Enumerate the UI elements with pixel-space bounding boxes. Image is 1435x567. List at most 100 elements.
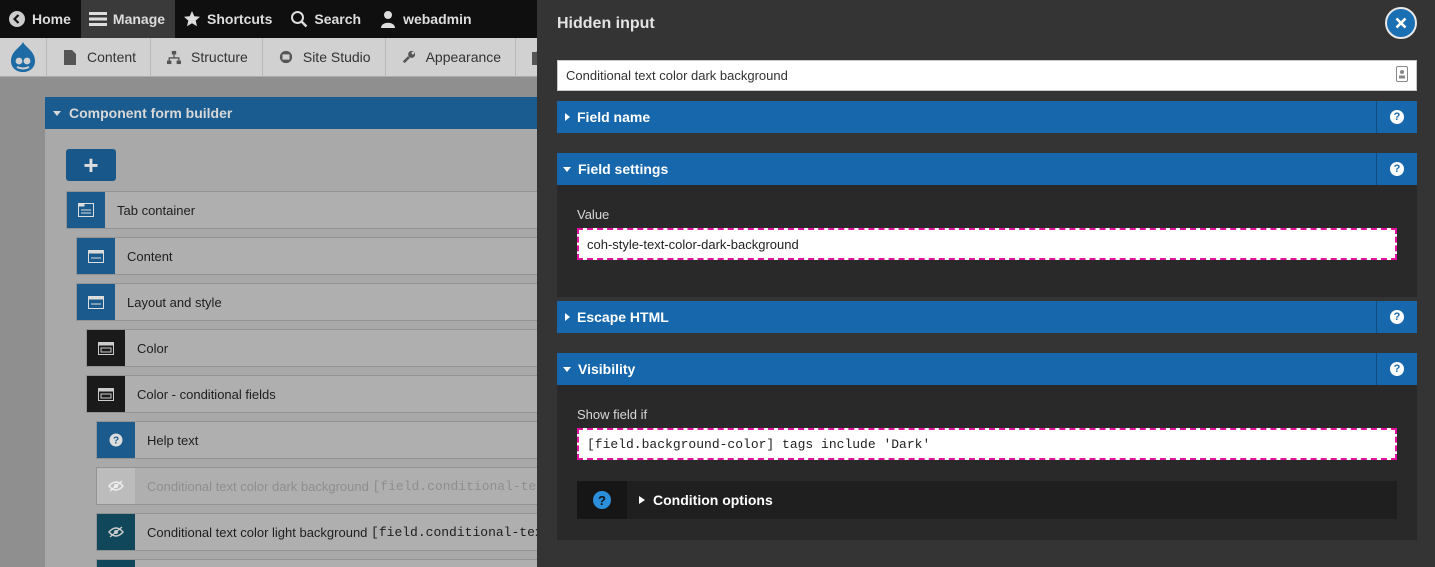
group-icon bbox=[87, 376, 125, 412]
builder-row-label: Layout and style bbox=[127, 294, 222, 310]
field-settings-body: Value coh-style-text-color-dark-backgrou… bbox=[557, 185, 1417, 297]
triangle-right-icon bbox=[639, 496, 645, 504]
value-label: Value bbox=[577, 207, 610, 222]
hidden-eye-icon bbox=[97, 468, 135, 504]
visibility-body: Show field if [field.background-color] t… bbox=[557, 385, 1417, 540]
field-title-value: Conditional text color dark background bbox=[566, 68, 788, 83]
hidden-eye-icon bbox=[97, 514, 135, 550]
field-title-input[interactable]: Conditional text color dark background bbox=[557, 60, 1417, 91]
svg-text:?: ? bbox=[113, 436, 119, 447]
builder-row-label: Color bbox=[137, 340, 169, 356]
builder-row-partial bbox=[96, 559, 546, 567]
tab-container-icon bbox=[67, 192, 105, 228]
builder-row-layout-and-style[interactable]: Layout and style bbox=[76, 283, 546, 321]
builder-row-conditional-dark[interactable]: Conditional text color dark background [… bbox=[96, 467, 546, 505]
builder-row-code: [field.conditional-text bbox=[371, 524, 546, 540]
site-studio-icon bbox=[279, 49, 293, 65]
toolbar-home-label: Home bbox=[32, 11, 71, 27]
condition-options-toggle[interactable]: Condition options bbox=[639, 492, 773, 508]
field-name-help[interactable]: ? bbox=[1376, 101, 1417, 133]
toolbar-search-label: Search bbox=[314, 11, 362, 27]
builder-row-label: Color - conditional fields bbox=[137, 386, 276, 402]
sitemap-icon bbox=[167, 49, 182, 65]
tray-structure-label: Structure bbox=[191, 49, 248, 65]
builder-row-label: Conditional text color dark background bbox=[147, 478, 369, 494]
section-field-settings-label: Field settings bbox=[578, 161, 669, 177]
hidden-input-modal: Hidden input Conditional text color dark… bbox=[537, 0, 1435, 567]
help-icon: ? bbox=[1390, 362, 1404, 376]
builder-row-color-conditional[interactable]: Color - conditional fields bbox=[86, 375, 546, 413]
condition-options[interactable]: ? Condition options bbox=[577, 481, 1397, 519]
search-icon bbox=[290, 10, 308, 28]
help-icon: ? bbox=[1390, 310, 1404, 324]
close-button[interactable] bbox=[1385, 7, 1417, 39]
toolbar-manage-label: Manage bbox=[112, 11, 166, 27]
tray-site-studio[interactable]: Site Studio bbox=[261, 37, 385, 77]
builder-row-tab-container[interactable]: Tab container bbox=[66, 191, 546, 229]
caret-down-icon bbox=[563, 366, 571, 372]
toolbar-shortcuts[interactable]: Shortcuts bbox=[175, 0, 282, 38]
builder-row-label: Tab container bbox=[117, 202, 196, 218]
section-visibility[interactable]: Visibility ? bbox=[557, 353, 1417, 385]
builder-row-label: Help text bbox=[147, 432, 199, 448]
section-escape-html[interactable]: Escape HTML ? bbox=[557, 301, 1417, 333]
tray-content-label: Content bbox=[87, 49, 137, 65]
tray-site-studio-label: Site Studio bbox=[302, 49, 371, 65]
builder-title: Component form builder bbox=[69, 105, 233, 121]
show-field-if-label: Show field if bbox=[577, 407, 648, 422]
close-icon bbox=[1395, 17, 1407, 29]
toolbar-user[interactable]: webadmin bbox=[371, 0, 481, 38]
contact-card-icon[interactable] bbox=[1396, 66, 1408, 85]
tray-structure[interactable]: Structure bbox=[150, 37, 262, 77]
help-icon: ? bbox=[593, 491, 611, 509]
section-field-name-label: Field name bbox=[577, 109, 651, 125]
section-field-settings[interactable]: Field settings ? bbox=[557, 153, 1417, 185]
hidden-eye-icon bbox=[97, 560, 135, 567]
hamburger-icon bbox=[88, 10, 107, 28]
tab-item-icon bbox=[77, 238, 115, 274]
section-escape-html-label: Escape HTML bbox=[577, 309, 669, 325]
builder-row-conditional-light[interactable]: Conditional text color light background … bbox=[96, 513, 546, 551]
star-icon bbox=[183, 10, 201, 28]
user-icon bbox=[379, 10, 397, 28]
caret-right-icon bbox=[565, 113, 570, 121]
group-icon bbox=[87, 330, 125, 366]
builder-row-help-text[interactable]: ? Help text bbox=[96, 421, 546, 459]
tray-content[interactable]: Content bbox=[46, 37, 150, 77]
caret-right-icon bbox=[565, 313, 570, 321]
help-icon: ? bbox=[97, 422, 135, 458]
caret-down-icon bbox=[563, 166, 571, 172]
field-settings-help[interactable]: ? bbox=[1376, 153, 1417, 185]
builder-row-code: [field.conditional-text bbox=[372, 478, 546, 494]
add-field-button[interactable]: + bbox=[66, 149, 116, 181]
section-field-name[interactable]: Field name ? bbox=[557, 101, 1417, 133]
tray-appearance-label: Appearance bbox=[425, 49, 502, 65]
modal-title: Hidden input bbox=[557, 15, 655, 32]
chevron-left-circle-icon bbox=[8, 10, 26, 28]
value-input[interactable]: coh-style-text-color-dark-background bbox=[577, 228, 1397, 260]
builder-row-label: Conditional text color light background bbox=[147, 524, 368, 540]
tab-item-icon bbox=[77, 284, 115, 320]
show-field-if-input[interactable]: [field.background-color] tags include 'D… bbox=[577, 428, 1397, 460]
toolbar-user-label: webadmin bbox=[403, 11, 472, 27]
wrench-icon bbox=[402, 49, 416, 65]
toolbar-search[interactable]: Search bbox=[282, 0, 371, 38]
tray-appearance[interactable]: Appearance bbox=[384, 37, 516, 77]
component-form-builder: Component form builder + Tab container C… bbox=[45, 97, 546, 567]
builder-row-color[interactable]: Color bbox=[86, 329, 546, 367]
builder-row-label: Content bbox=[127, 248, 173, 264]
builder-row-content[interactable]: Content bbox=[76, 237, 546, 275]
toolbar-shortcuts-label: Shortcuts bbox=[207, 11, 273, 27]
caret-down-icon bbox=[53, 110, 61, 116]
visibility-help[interactable]: ? bbox=[1376, 353, 1417, 385]
condition-options-label: Condition options bbox=[653, 492, 773, 508]
builder-header[interactable]: Component form builder bbox=[45, 97, 545, 129]
document-icon bbox=[63, 49, 77, 65]
toolbar-home[interactable]: Home bbox=[0, 0, 81, 38]
escape-html-help[interactable]: ? bbox=[1376, 301, 1417, 333]
condition-options-help[interactable]: ? bbox=[577, 481, 627, 519]
help-icon: ? bbox=[1390, 162, 1404, 176]
toolbar-manage[interactable]: Manage bbox=[80, 0, 176, 38]
section-visibility-label: Visibility bbox=[578, 361, 636, 377]
drupal-icon[interactable] bbox=[0, 38, 46, 77]
